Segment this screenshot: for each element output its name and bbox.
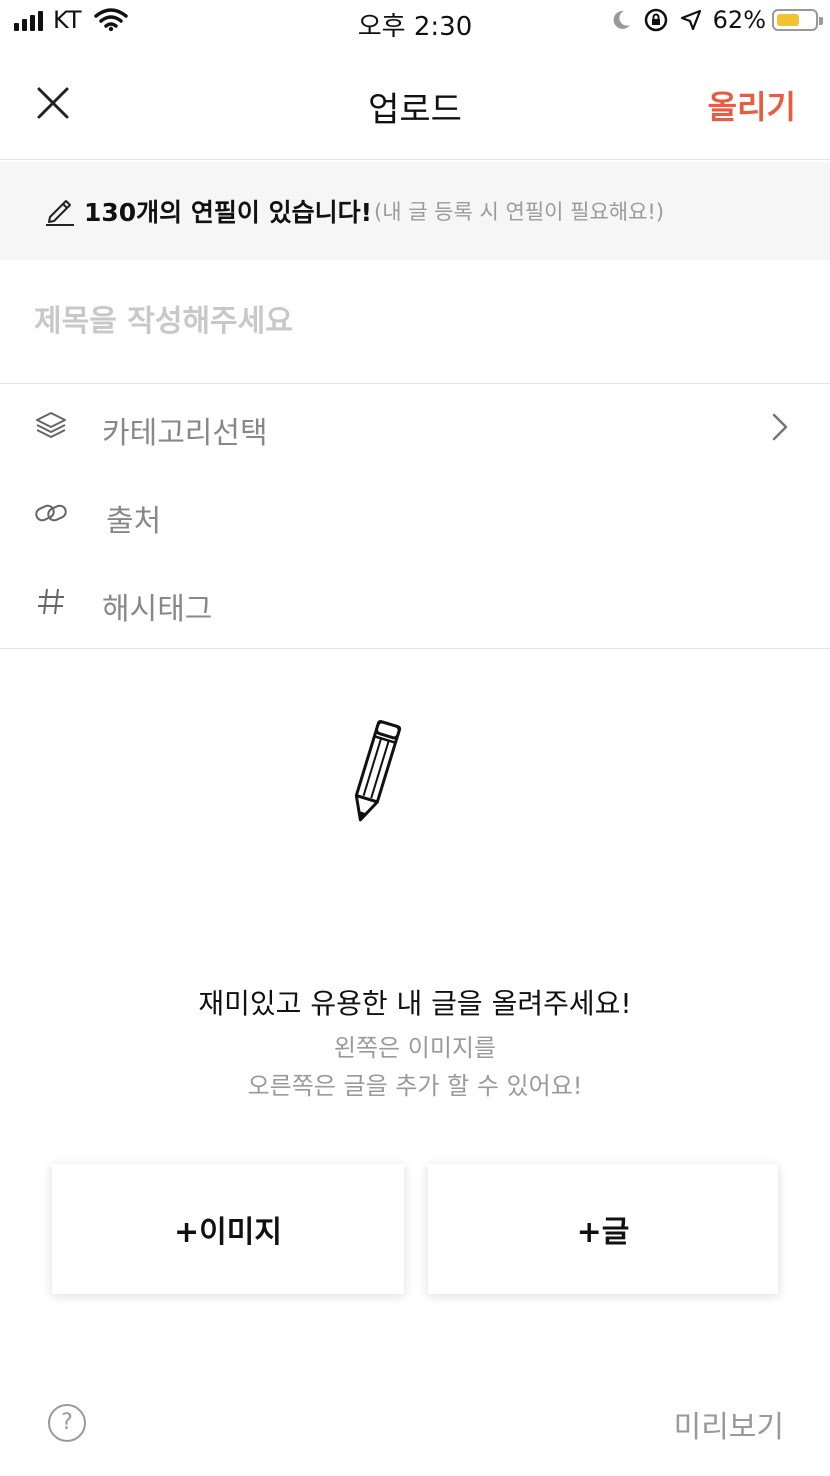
chevron-right-icon (772, 413, 788, 441)
status-bar: KT 오후 2:30 62% (0, 0, 830, 46)
moon-icon (613, 10, 630, 29)
post-button[interactable]: 올리기 (708, 82, 796, 128)
title-row (0, 260, 830, 384)
pencil-count-text: 130개의 연필이 있습니다! (84, 198, 372, 227)
category-label: 카테고리선택 (102, 416, 268, 451)
battery-icon (772, 9, 823, 31)
hashtag-icon (38, 588, 64, 615)
title-input[interactable] (34, 298, 794, 344)
divider (0, 648, 830, 649)
add-text-button[interactable]: +글 (428, 1164, 778, 1294)
pencil-count-banner: 130개의 연필이 있습니다! (내 글 등록 시 연필이 필요해요!) (0, 162, 830, 260)
battery-percent: 62% (712, 6, 766, 34)
hashtag-row[interactable]: 해시태그 (0, 562, 830, 650)
source-row[interactable]: 출처 (0, 474, 830, 562)
add-image-button[interactable]: +이미지 (52, 1164, 404, 1294)
status-right: 62% (609, 6, 823, 34)
help-button[interactable]: ? (48, 1404, 86, 1442)
category-select-row[interactable]: 카테고리선택 (0, 386, 830, 474)
battery-fill (777, 14, 799, 26)
layers-icon (36, 412, 66, 438)
pencil-illustration-icon (354, 719, 402, 822)
preview-button[interactable]: 미리보기 (674, 1402, 784, 1446)
page-title: 업로드 (368, 90, 462, 130)
source-label: 출처 (106, 504, 162, 539)
location-icon (680, 9, 701, 31)
hashtag-label: 해시태그 (102, 592, 213, 627)
header: 업로드 올리기 (0, 56, 830, 160)
close-icon[interactable] (30, 80, 76, 126)
link-icon (35, 504, 67, 522)
pencil-icon (46, 200, 74, 226)
prompt-subtitle-line1: 왼쪽은 이미지를 (333, 1034, 497, 1062)
prompt-subtitle-line2: 오른쪽은 글을 추가 할 수 있어요! (247, 1072, 583, 1100)
pencil-hint-text: (내 글 등록 시 연필이 필요해요!) (374, 200, 665, 224)
rotation-lock-icon (644, 8, 667, 32)
prompt-title: 재미있고 유용한 내 글을 올려주세요! (198, 987, 632, 1020)
